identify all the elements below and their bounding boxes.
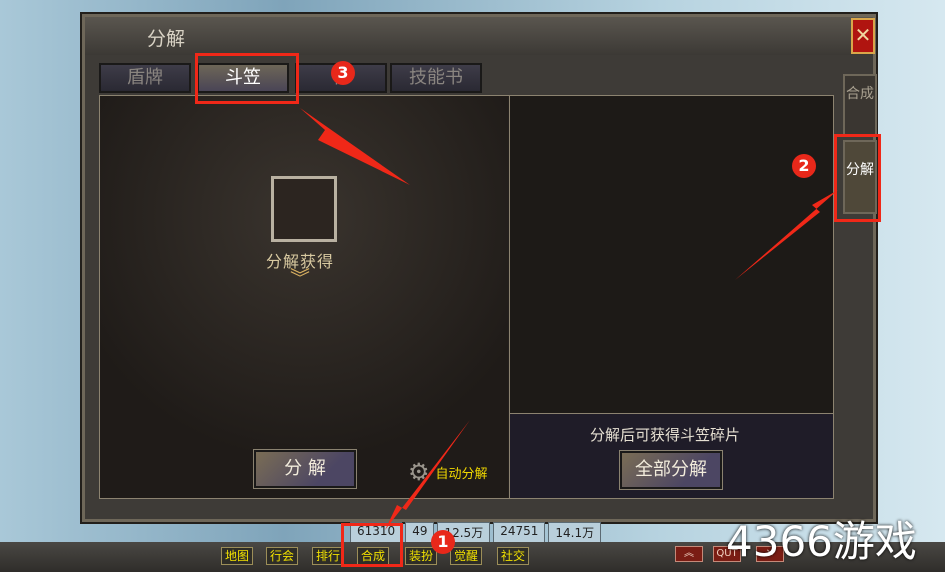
arrow-1 (385, 420, 470, 530)
arrow-2 (735, 190, 838, 280)
watermark: 4366游戏 (726, 517, 917, 566)
step-badge-1: 1 (431, 530, 455, 554)
annotation-arrows (300, 108, 838, 530)
step-badge-3: 3 (331, 61, 355, 85)
step-badge-2: 2 (792, 154, 816, 178)
arrow-3 (300, 108, 410, 185)
